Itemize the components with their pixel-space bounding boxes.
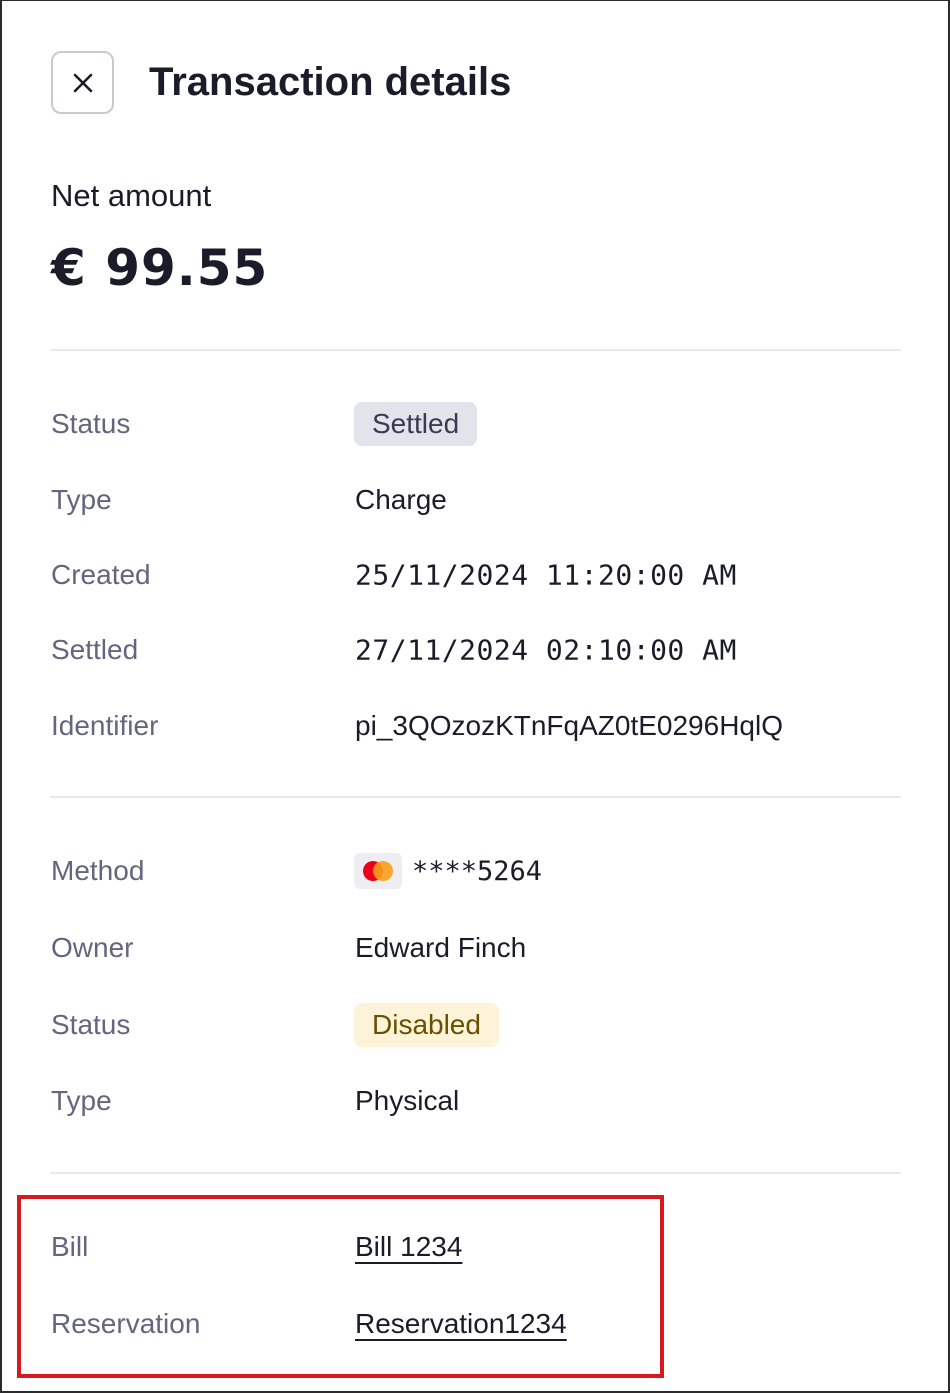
created-value: 25/11/2024 11:20:00 AM bbox=[355, 558, 737, 592]
settled-label: Settled bbox=[51, 634, 139, 665]
owner-value: Edward Finch bbox=[355, 932, 527, 963]
divider bbox=[50, 1172, 901, 1174]
card-method: ****5264 bbox=[354, 853, 542, 889]
identifier-label: Identifier bbox=[51, 710, 159, 741]
method-row: Method ****5264 bbox=[0, 841, 950, 901]
card-status-badge: Disabled bbox=[354, 1003, 499, 1047]
owner-row: Owner Edward Finch bbox=[0, 918, 950, 978]
page-title: Transaction details bbox=[149, 60, 512, 104]
mastercard-icon bbox=[354, 853, 402, 889]
created-row: Created 25/11/2024 11:20:00 AM bbox=[0, 545, 950, 605]
net-amount-value: € 99.55 bbox=[51, 239, 269, 297]
method-label: Method bbox=[51, 855, 145, 886]
identifier-value: pi_3QOzozKTnFqAZ0tE0296HqlQ bbox=[355, 710, 783, 741]
bill-link[interactable]: Bill 1234 bbox=[355, 1231, 462, 1263]
bill-label: Bill bbox=[51, 1231, 89, 1262]
net-amount-label: Net amount bbox=[51, 178, 212, 213]
settled-row: Settled 27/11/2024 02:10:00 AM bbox=[0, 620, 950, 680]
reservation-row: Reservation Reservation1234 bbox=[0, 1294, 950, 1354]
settled-value: 27/11/2024 02:10:00 AM bbox=[355, 633, 737, 667]
card-status-label: Status bbox=[51, 1009, 131, 1040]
type-row: Type Charge bbox=[0, 470, 950, 530]
card-status-row: Status Disabled bbox=[0, 995, 950, 1055]
divider bbox=[50, 796, 901, 798]
status-label: Status bbox=[51, 408, 131, 439]
type-value: Charge bbox=[355, 484, 447, 515]
divider bbox=[50, 349, 901, 351]
reservation-link[interactable]: Reservation1234 bbox=[355, 1308, 567, 1340]
status-row: Status Settled bbox=[0, 394, 950, 454]
bill-row: Bill Bill 1234 bbox=[0, 1217, 950, 1277]
type-label: Type bbox=[51, 484, 112, 515]
identifier-row: Identifier pi_3QOzozKTnFqAZ0tE0296HqlQ bbox=[0, 696, 950, 756]
created-label: Created bbox=[51, 559, 151, 590]
status-badge: Settled bbox=[354, 402, 478, 446]
close-icon bbox=[73, 73, 92, 92]
card-type-value: Physical bbox=[355, 1085, 460, 1116]
reservation-label: Reservation bbox=[51, 1308, 201, 1339]
card-type-label: Type bbox=[51, 1085, 112, 1116]
card-number: ****5264 bbox=[412, 855, 543, 887]
owner-label: Owner bbox=[51, 932, 134, 963]
card-type-row: Type Physical bbox=[0, 1071, 950, 1131]
close-button[interactable] bbox=[51, 51, 114, 114]
